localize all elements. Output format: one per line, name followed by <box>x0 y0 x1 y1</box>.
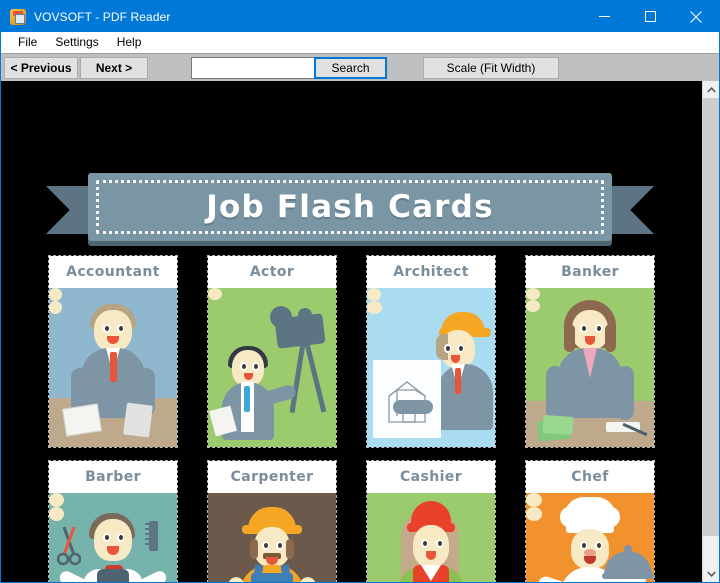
ribbon-body: Job Flash Cards <box>88 173 612 241</box>
flash-card-architect[interactable]: Architect <box>366 255 496 448</box>
cashier-illustration <box>367 493 495 582</box>
page-title: Job Flash Cards <box>206 189 494 225</box>
search-input[interactable] <box>191 57 315 79</box>
carpenter-illustration <box>208 493 336 582</box>
card-label: Barber <box>49 461 177 493</box>
barber-illustration <box>49 493 177 582</box>
chef-illustration <box>526 493 654 582</box>
actor-illustration <box>208 288 336 447</box>
card-label: Banker <box>526 256 654 288</box>
flash-card-actor[interactable]: Actor <box>207 255 337 448</box>
card-label: Actor <box>208 256 336 288</box>
maximize-icon[interactable] <box>627 1 673 32</box>
card-label: Chef <box>526 461 654 493</box>
banker-illustration <box>526 288 654 447</box>
flash-card-accountant[interactable]: Accountant <box>48 255 178 448</box>
flash-card-chef[interactable]: Chef <box>525 460 655 582</box>
toolbar: < Previous Next > Search Scale (Fit Widt… <box>1 53 719 81</box>
menu-item-settings[interactable]: Settings <box>46 32 107 53</box>
architect-illustration <box>367 288 495 447</box>
minimize-icon[interactable] <box>581 1 627 32</box>
card-label: Cashier <box>367 461 495 493</box>
flash-card-cashier[interactable]: Cashier <box>366 460 496 582</box>
flash-card-grid: Accountant Actor Architect Banker Barber… <box>48 255 657 582</box>
flash-card-barber[interactable]: Barber <box>48 460 178 582</box>
card-row: Accountant Actor Architect Banker <box>48 255 657 448</box>
search-button[interactable]: Search <box>314 57 387 79</box>
card-row: Barber Carpenter Cashier Chef <box>48 460 657 582</box>
card-label: Carpenter <box>208 461 336 493</box>
window-title: VOVSOFT - PDF Reader <box>34 9 171 24</box>
pdf-page: Job Flash Cards Accountant Actor Archite… <box>1 81 704 582</box>
close-icon[interactable] <box>673 1 719 32</box>
scrollbar-thumb[interactable] <box>703 98 719 536</box>
vertical-scrollbar[interactable] <box>702 81 719 582</box>
flash-card-banker[interactable]: Banker <box>525 255 655 448</box>
chevron-down-icon[interactable] <box>703 565 719 582</box>
previous-page-button[interactable]: < Previous <box>4 56 78 79</box>
window-controls <box>581 1 719 32</box>
accountant-illustration <box>49 288 177 447</box>
next-page-button[interactable]: Next > <box>80 56 148 79</box>
pdf-viewport: Job Flash Cards Accountant Actor Archite… <box>1 81 719 582</box>
banner-ribbon: Job Flash Cards <box>46 173 654 246</box>
application-window: VOVSOFT - PDF Reader File Settings Help … <box>0 0 720 583</box>
flash-card-carpenter[interactable]: Carpenter <box>207 460 337 582</box>
title-bar: VOVSOFT - PDF Reader <box>1 1 719 32</box>
menu-item-help[interactable]: Help <box>108 32 151 53</box>
menu-item-file[interactable]: File <box>9 32 46 53</box>
menu-bar: File Settings Help <box>1 32 719 53</box>
chevron-up-icon[interactable] <box>703 81 719 98</box>
pdf-reader-icon <box>10 8 26 25</box>
card-label: Accountant <box>49 256 177 288</box>
card-label: Architect <box>367 256 495 288</box>
scale-button[interactable]: Scale (Fit Width) <box>423 57 559 79</box>
